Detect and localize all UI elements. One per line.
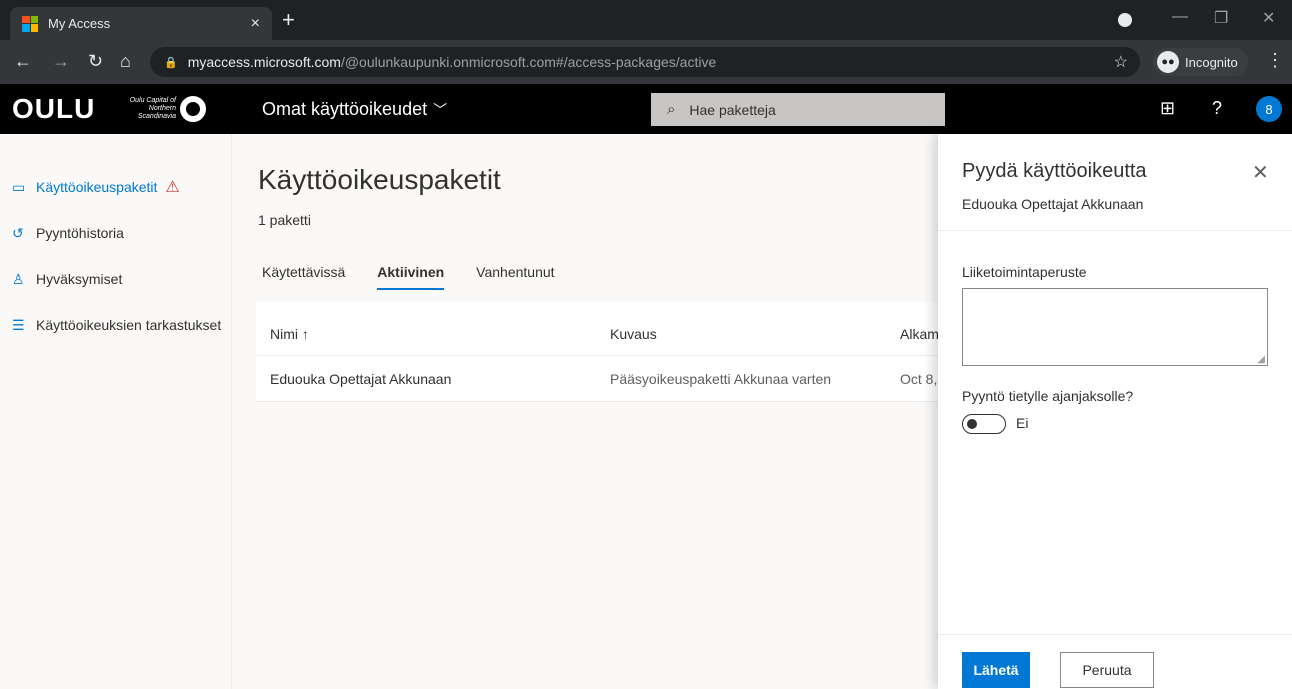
- oulu-tagline: Oulu Capital of Northern Scandinavia: [129, 97, 176, 120]
- cell-name: Eduouka Opettajat Akkunaan: [270, 370, 452, 387]
- tab-active[interactable]: Aktiivinen: [377, 264, 445, 290]
- cell-description: Pääsyoikeuspaketti Akkunaa varten: [610, 370, 832, 387]
- request-access-panel: Pyydä käyttöoikeutta ✕ Eduouka Opettajat…: [938, 134, 1292, 689]
- sidebar-item-label: Pyyntöhistoria: [36, 225, 124, 241]
- tab-title: My Access: [48, 16, 111, 31]
- column-header-name[interactable]: Nimi ↑: [256, 326, 596, 342]
- sidebar-item-label: Käyttöoikeuspaketit: [36, 179, 158, 195]
- tab-available[interactable]: Käytettävissä: [262, 264, 345, 290]
- sidebar-item-approvals[interactable]: ♙ Hyväksymiset: [0, 256, 231, 302]
- tab-list: Käytettävissä Aktiivinen Vanhentunut: [262, 264, 587, 290]
- home-icon[interactable]: ⌂: [120, 51, 131, 72]
- package-count: 1 paketti: [258, 212, 311, 228]
- sidebar-item-label: Hyväksymiset: [36, 271, 123, 287]
- minimize-icon[interactable]: —: [1172, 8, 1188, 26]
- main-content: Käyttöoikeuspaketit 1 paketti Käytettävi…: [232, 134, 938, 689]
- sidebar-item-label: Käyttöoikeuksien tarkastukset: [36, 317, 222, 333]
- warning-icon: ⚠: [165, 179, 180, 196]
- panel-footer-divider: [938, 634, 1292, 635]
- table-row[interactable]: Eduouka Opettajat Akkunaan Pääsyoikeuspa…: [256, 356, 938, 402]
- package-search-input[interactable]: ⌕ Hae paketteja: [651, 93, 945, 126]
- sidebar-item-access-reviews[interactable]: ☰ Käyttöoikeuksien tarkastukset: [0, 302, 231, 348]
- sidebar-item-access-packages[interactable]: ▭ Käyttöoikeuspaketit ⚠: [0, 164, 231, 210]
- timeframe-toggle[interactable]: [962, 414, 1006, 434]
- page-title: Käyttöoikeuspaketit: [258, 164, 501, 195]
- reload-icon[interactable]: ↻: [88, 51, 103, 72]
- incognito-icon: ●●: [1157, 51, 1179, 73]
- chevron-down-icon: ﹀: [433, 102, 448, 118]
- toggle-value: Ei: [1016, 415, 1029, 431]
- panel-divider: [938, 230, 1292, 231]
- table-header-row: Nimi ↑ Kuvaus Alkam: [256, 302, 938, 356]
- column-header-start[interactable]: Alkam: [886, 326, 938, 342]
- lock-icon: 🔒: [164, 56, 178, 69]
- close-icon[interactable]: ✕: [1252, 160, 1269, 185]
- browser-menu-icon[interactable]: ⋮: [1266, 50, 1284, 71]
- packages-table: Nimi ↑ Kuvaus Alkam Eduouka Opettajat Ak…: [256, 302, 938, 402]
- timeframe-label: Pyyntö tietylle ajanjaksolle?: [962, 388, 1134, 404]
- toggle-knob: [967, 419, 977, 429]
- url-host: myaccess.microsoft.com: [187, 54, 341, 70]
- app-name-dropdown[interactable]: Omat käyttöoikeudet ﹀: [262, 99, 447, 120]
- cancel-button[interactable]: Peruuta: [1060, 652, 1154, 688]
- incognito-label: Incognito: [1185, 54, 1238, 70]
- tab-expired[interactable]: Vanhentunut: [476, 264, 554, 290]
- package-icon: ▭: [12, 178, 26, 195]
- url-path: /@oulunkaupunki.onmicrosoft.com#/access-…: [340, 54, 717, 70]
- search-placeholder: Hae paketteja: [689, 101, 776, 118]
- back-icon[interactable]: ←: [14, 51, 32, 72]
- panel-title: Pyydä käyttöoikeutta: [962, 160, 1147, 182]
- justification-field[interactable]: ◢: [962, 288, 1268, 366]
- person-icon: ♙: [12, 270, 25, 287]
- sidebar-item-request-history[interactable]: ↺ Pyyntöhistoria: [0, 210, 231, 256]
- microsoft-logo-icon: [22, 15, 38, 32]
- app-name: Omat käyttöoikeudet: [262, 99, 428, 119]
- app-header: OULU Oulu Capital of Northern Scandinavi…: [0, 84, 1292, 134]
- incognito-indicator-icon: [1118, 13, 1132, 27]
- oulu-logo[interactable]: OULU: [12, 93, 95, 125]
- justification-label: Liiketoimintaperuste: [962, 264, 1087, 280]
- column-header-description[interactable]: Kuvaus: [596, 326, 886, 342]
- panel-subtitle: Eduouka Opettajat Akkunaan: [962, 196, 1144, 212]
- browser-tab[interactable]: My Access ×: [10, 7, 272, 40]
- submit-button[interactable]: Lähetä: [962, 652, 1030, 688]
- restore-icon[interactable]: ❐: [1214, 8, 1228, 28]
- oulu-logo-circle-icon: [180, 96, 206, 122]
- avatar[interactable]: 8: [1256, 96, 1282, 122]
- resize-handle-icon[interactable]: ◢: [1257, 354, 1265, 365]
- org-chart-icon[interactable]: ⊞: [1160, 98, 1175, 119]
- browser-tab-bar: My Access × + — ❐ ✕: [0, 0, 1292, 40]
- history-icon: ↺: [12, 224, 24, 241]
- tab-close-icon[interactable]: ×: [251, 15, 260, 33]
- browser-toolbar: ← → ↻ ⌂ 🔒 myaccess.microsoft.com /@oulun…: [0, 40, 1292, 84]
- incognito-badge[interactable]: ●● Incognito: [1153, 48, 1248, 76]
- forward-icon[interactable]: →: [52, 51, 70, 72]
- help-icon[interactable]: ?: [1212, 98, 1222, 119]
- new-tab-button[interactable]: +: [282, 9, 295, 31]
- address-bar[interactable]: 🔒 myaccess.microsoft.com /@oulunkaupunki…: [150, 47, 1140, 77]
- bookmark-star-icon[interactable]: ☆: [1114, 52, 1128, 72]
- search-icon: ⌕: [667, 101, 676, 118]
- cell-start: Oct 8,: [900, 370, 938, 387]
- sidebar: ▭ Käyttöoikeuspaketit ⚠ ↺ Pyyntöhistoria…: [0, 134, 232, 689]
- checklist-icon: ☰: [12, 316, 25, 333]
- window-close-icon[interactable]: ✕: [1262, 8, 1275, 28]
